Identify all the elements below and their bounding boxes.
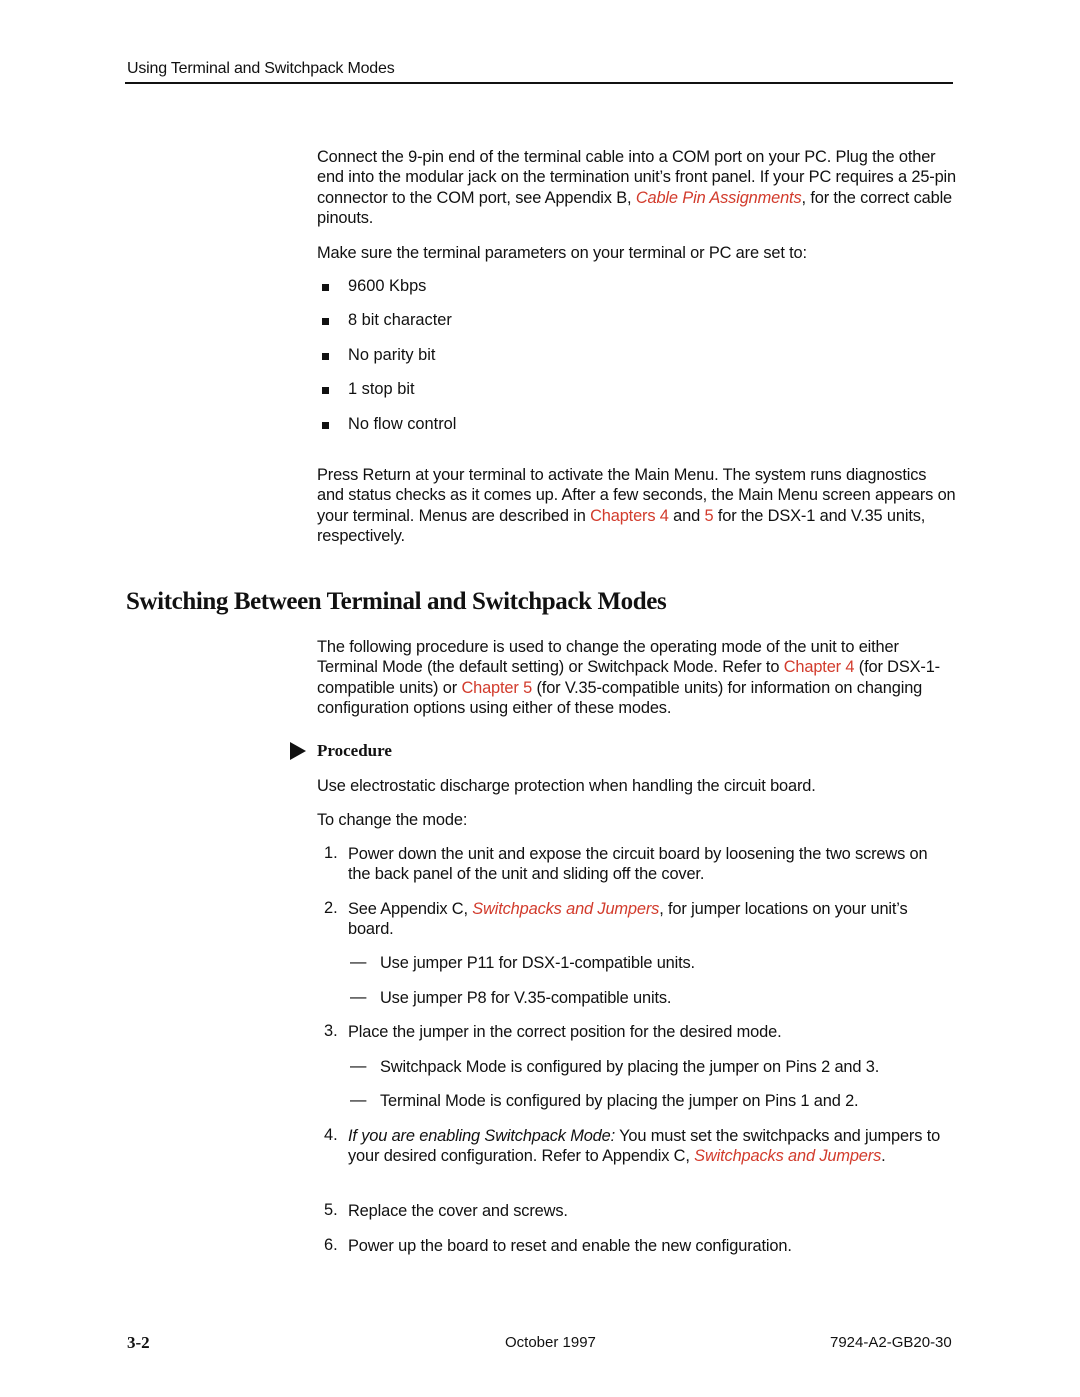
step-2-sub-item: Use jumper P8 for V.35-compatible units. — [380, 989, 672, 1007]
setting-item: No flow control — [348, 415, 457, 433]
step-2: See Appendix C, Switchpacks and Jumpers,… — [348, 899, 938, 940]
step-1: Power down the unit and expose the circu… — [348, 845, 928, 884]
procedure-heading: Procedure — [317, 741, 392, 760]
step-number: 3. — [324, 1022, 338, 1040]
bullet-icon — [322, 387, 329, 394]
intro-paragraph-parameters: Make sure the terminal parameters on you… — [317, 244, 807, 262]
link-chapter-4[interactable]: Chapter 4 — [784, 658, 855, 676]
dash-icon: — — [350, 953, 367, 971]
link-switchpacks-and-jumpers[interactable]: Switchpacks and Jumpers — [694, 1147, 881, 1165]
link-cable-pin-assignments[interactable]: Cable Pin Assignments — [636, 189, 802, 207]
intro-paragraph-main-menu: Press Return at your terminal to activat… — [317, 465, 957, 547]
document-number: 7924-A2-GB20-30 — [830, 1334, 952, 1351]
step-number: 5. — [324, 1201, 338, 1219]
running-header: Using Terminal and Switchpack Modes — [127, 60, 395, 77]
text: If you are enabling Switchpack Mode: — [348, 1127, 616, 1145]
text: and — [668, 506, 705, 525]
bullet-icon — [322, 318, 329, 325]
step-number: 4. — [324, 1126, 338, 1144]
bullet-icon — [322, 353, 329, 360]
setting-item: 1 stop bit — [348, 380, 415, 398]
step-5: Replace the cover and screws. — [348, 1202, 568, 1220]
dash-icon: — — [350, 988, 367, 1006]
bullet-icon — [322, 284, 329, 291]
setting-item: No parity bit — [348, 346, 436, 364]
link-chapters-4[interactable]: Chapters 4 — [590, 507, 669, 525]
step-3-sub-item: Switchpack Mode is configured by placing… — [380, 1058, 880, 1076]
step-number: 2. — [324, 899, 338, 917]
step-3-sub-item: Terminal Mode is configured by placing t… — [380, 1092, 859, 1110]
intro-paragraph-connect: Connect the 9-pin end of the terminal ca… — [317, 147, 957, 229]
link-switchpacks-and-jumpers[interactable]: Switchpacks and Jumpers — [472, 900, 659, 918]
esd-note: Use electrostatic discharge protection w… — [317, 777, 816, 795]
procedure-lead-in: To change the mode: — [317, 811, 468, 829]
section-intro-paragraph: The following procedure is used to chang… — [317, 637, 957, 719]
text: . — [881, 1147, 886, 1166]
step-3: Place the jumper in the correct position… — [348, 1023, 782, 1041]
setting-item: 9600 Kbps — [348, 277, 427, 295]
step-4: If you are enabling Switchpack Mode: You… — [348, 1126, 956, 1167]
setting-item: 8 bit character — [348, 311, 452, 329]
section-heading: Switching Between Terminal and Switchpac… — [126, 588, 667, 615]
step-2-sub-item: Use jumper P11 for DSX-1-compatible unit… — [380, 954, 695, 972]
page-number: 3-2 — [127, 1333, 150, 1352]
dash-icon: — — [350, 1057, 367, 1075]
dash-icon: — — [350, 1091, 367, 1109]
text: See Appendix C, — [348, 900, 473, 918]
link-chapter-5[interactable]: Chapter 5 — [461, 679, 532, 697]
step-number: 1. — [324, 844, 338, 862]
bullet-icon — [322, 422, 329, 429]
header-rule — [125, 82, 953, 84]
step-6: Power up the board to reset and enable t… — [348, 1237, 792, 1255]
step-number: 6. — [324, 1236, 338, 1254]
footer-date: October 1997 — [505, 1334, 596, 1351]
procedure-arrow-icon — [290, 742, 306, 760]
